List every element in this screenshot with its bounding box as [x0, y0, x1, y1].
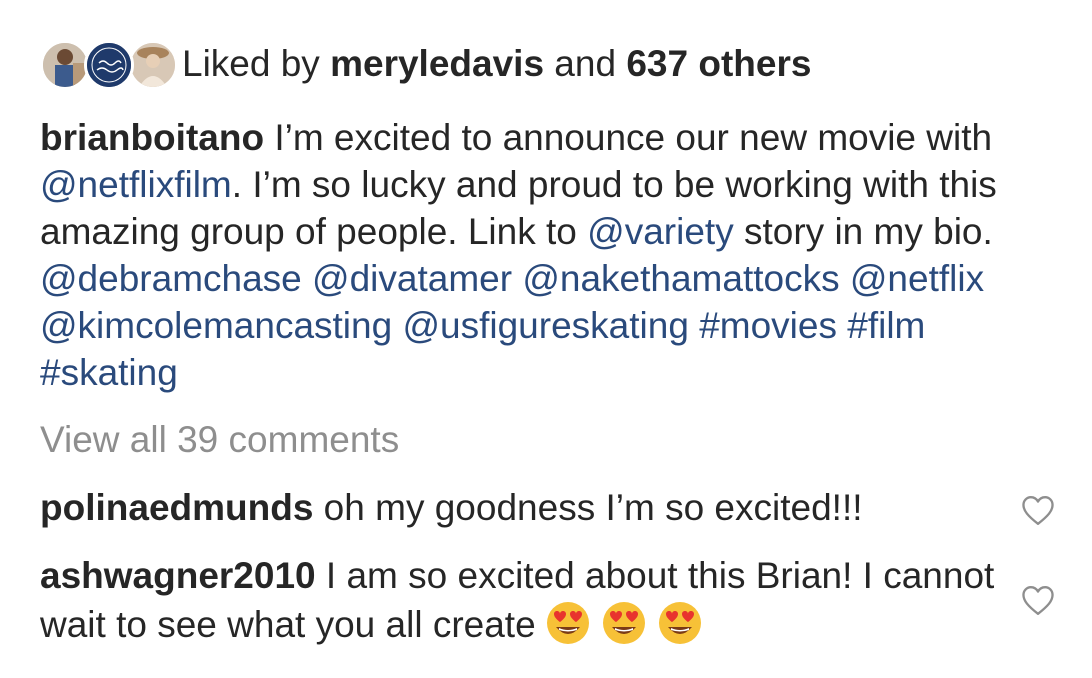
likes-count[interactable]: 637 others	[626, 43, 811, 84]
mention-link[interactable]: @netflix	[850, 258, 984, 299]
liker-username[interactable]: meryledavis	[330, 43, 544, 84]
hashtag-link[interactable]: #film	[847, 305, 925, 346]
comment-username[interactable]: ashwagner2010	[40, 555, 316, 596]
mention-link[interactable]: @variety	[587, 211, 734, 252]
heart-eyes-emoji	[656, 599, 704, 647]
avatar[interactable]	[40, 40, 90, 90]
mention-link[interactable]: @divatamer	[312, 258, 512, 299]
caption-username[interactable]: brianboitano	[40, 117, 264, 158]
comment-text: oh my goodness I’m so excited!!!	[313, 487, 863, 528]
likes-row: Liked by meryledavis and 637 others	[40, 36, 811, 92]
avatar[interactable]	[84, 40, 134, 90]
mention-link[interactable]: @netflixfilm	[40, 164, 232, 205]
heart-icon[interactable]	[1020, 584, 1056, 616]
likes-summary[interactable]: Liked by meryledavis and 637 others	[182, 36, 811, 92]
heart-eyes-emoji	[600, 599, 648, 647]
comment: polinaedmunds oh my goodness I’m so exci…	[40, 484, 1000, 531]
mention-link[interactable]: @kimcolemancasting	[40, 305, 392, 346]
likes-prefix: Liked by	[182, 43, 331, 84]
hashtag-link[interactable]: #movies	[699, 305, 837, 346]
likes-middle: and	[544, 43, 627, 84]
liker-avatars[interactable]	[40, 36, 178, 92]
comment-username[interactable]: polinaedmunds	[40, 487, 313, 528]
heart-icon[interactable]	[1020, 494, 1056, 526]
hashtag-link[interactable]: #skating	[40, 352, 178, 393]
view-all-comments-link[interactable]: View all 39 comments	[40, 416, 399, 463]
mention-link[interactable]: @debramchase	[40, 258, 302, 299]
post-caption: brianboitano I’m excited to announce our…	[40, 114, 1060, 396]
avatar[interactable]	[128, 40, 178, 90]
heart-eyes-emoji	[544, 599, 592, 647]
caption-text: I’m excited to announce our new movie wi…	[264, 117, 993, 158]
mention-link[interactable]: @nakethamattocks	[522, 258, 839, 299]
caption-text: story in my bio.	[733, 211, 993, 252]
mention-link[interactable]: @usfigureskating	[402, 305, 688, 346]
comment: ashwagner2010 I am so excited about this…	[40, 552, 1000, 648]
